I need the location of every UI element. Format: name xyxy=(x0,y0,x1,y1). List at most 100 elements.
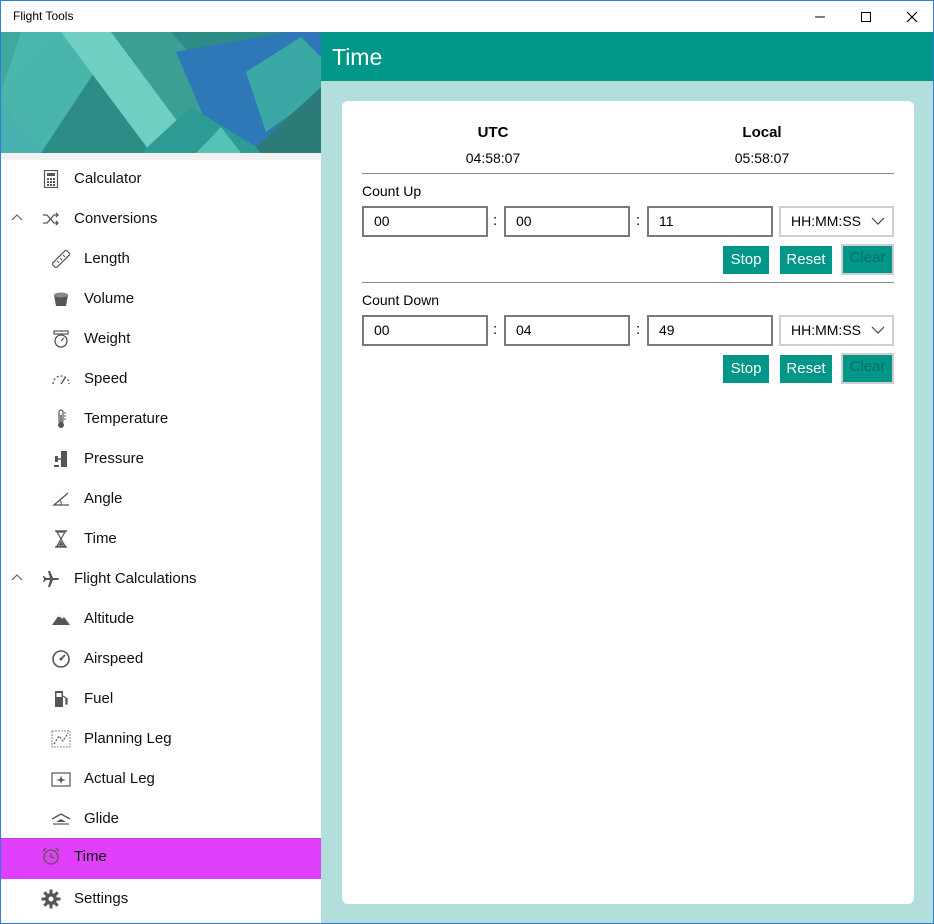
map-plane-icon xyxy=(51,769,71,789)
minimize-button[interactable] xyxy=(797,1,843,32)
count-down-hours-input[interactable]: 00 xyxy=(362,315,488,346)
sidebar-item-length[interactable]: Length xyxy=(1,239,321,279)
count-down-minutes-input[interactable]: 04 xyxy=(504,315,630,346)
sidebar-item-calculator[interactable]: Calculator xyxy=(1,159,321,199)
sidebar-item-altitude[interactable]: Altitude xyxy=(1,599,321,639)
count-down-stop-button[interactable]: Stop xyxy=(723,355,769,383)
sidebar-item-label: Settings xyxy=(74,890,129,907)
close-icon xyxy=(906,11,918,22)
shuffle-icon xyxy=(41,209,61,229)
sidebar-item-planning-leg[interactable]: Planning Leg xyxy=(1,719,321,759)
count-up-reset-button[interactable]: Reset xyxy=(780,246,832,274)
title-bar: Flight Tools xyxy=(1,1,933,32)
sidebar-item-airspeed[interactable]: Airspeed xyxy=(1,639,321,679)
sidebar-item-speed[interactable]: Speed xyxy=(1,359,321,399)
sidebar-item-weight[interactable]: Weight xyxy=(1,319,321,359)
page-header: Time xyxy=(321,32,933,81)
sidebar-item-time-selected[interactable]: Time xyxy=(1,838,321,879)
sidebar-item-label: Temperature xyxy=(84,410,169,427)
sidebar-item-label: Time xyxy=(74,848,107,865)
sidebar-item-temperature[interactable]: Temperature xyxy=(1,399,321,439)
sidebar-item-label: Planning Leg xyxy=(84,730,172,747)
sidebar-item-label: Calculator xyxy=(74,170,142,187)
count-up-stop-button[interactable]: Stop xyxy=(723,246,769,274)
scale-icon xyxy=(51,329,71,349)
chevron-up-icon xyxy=(11,574,23,581)
separator: : xyxy=(636,212,641,229)
sidebar-item-label: Angle xyxy=(84,490,123,507)
sidebar-item-conversions[interactable]: Conversions xyxy=(1,199,321,239)
utc-label: UTC xyxy=(477,124,509,141)
sidebar-item-settings[interactable]: Settings xyxy=(1,879,321,919)
count-down-clear-button[interactable]: Clear xyxy=(841,353,894,384)
sidebar-item-glide[interactable]: Glide xyxy=(1,799,321,839)
sidebar-item-angle[interactable]: Angle xyxy=(1,479,321,519)
sidebar-item-label: Length xyxy=(84,250,130,267)
count-down-format-select[interactable]: HH:MM:SS xyxy=(779,315,894,346)
sidebar-item-label: Airspeed xyxy=(84,650,144,667)
close-button[interactable] xyxy=(889,1,933,32)
sidebar-item-label: Conversions xyxy=(74,210,158,227)
separator: : xyxy=(636,321,641,338)
sidebar-item-label: Volume xyxy=(84,290,135,307)
map-route-icon xyxy=(51,729,71,749)
angle-icon xyxy=(51,489,71,509)
count-down-reset-button[interactable]: Reset xyxy=(780,355,832,383)
airplane-icon xyxy=(41,569,61,589)
app-window: Flight Tools Calculator Conversions Leng… xyxy=(0,0,934,924)
sidebar-item-label: Actual Leg xyxy=(84,770,155,787)
bucket-icon xyxy=(51,289,71,309)
count-down-title: Count Down xyxy=(362,292,440,308)
count-up-hours-input[interactable]: 00 xyxy=(362,206,488,237)
gauge-icon xyxy=(51,649,71,669)
select-value: HH:MM:SS xyxy=(791,213,861,229)
divider xyxy=(362,173,894,174)
sidebar-item-time[interactable]: Time xyxy=(1,519,321,559)
gear-icon xyxy=(41,889,61,909)
sidebar-item-label: Fuel xyxy=(84,690,114,707)
sidebar-item-label: Flight Calculations xyxy=(74,570,197,587)
sidebar-item-label: Speed xyxy=(84,370,128,387)
separator: : xyxy=(493,321,498,338)
ruler-icon xyxy=(51,249,71,269)
sidebar-item-label: Pressure xyxy=(84,450,145,467)
glide-icon xyxy=(51,809,71,829)
chevron-down-icon xyxy=(871,217,885,225)
count-down-seconds-input[interactable]: 49 xyxy=(647,315,773,346)
mountain-icon xyxy=(51,609,71,629)
main-panel: Time UTC 04:58:07 Local 05:58:07 Count U… xyxy=(321,32,933,923)
separator: : xyxy=(493,212,498,229)
sidebar-item-label: Glide xyxy=(84,810,120,827)
select-value: HH:MM:SS xyxy=(791,322,861,338)
calculator-icon xyxy=(41,169,61,189)
divider xyxy=(362,282,894,283)
sidebar-item-label: Altitude xyxy=(84,610,135,627)
maximize-icon xyxy=(861,11,871,22)
chevron-up-icon xyxy=(11,214,23,221)
sidebar-item-label: Time xyxy=(84,530,117,547)
local-label: Local xyxy=(742,124,782,141)
hourglass-icon xyxy=(51,529,71,549)
window-title: Flight Tools xyxy=(13,9,74,23)
time-card: UTC 04:58:07 Local 05:58:07 Count Up 00 … xyxy=(342,101,914,904)
count-up-clear-button[interactable]: Clear xyxy=(841,244,894,275)
count-up-minutes-input[interactable]: 00 xyxy=(504,206,630,237)
speedometer-icon xyxy=(51,369,71,389)
sidebar-item-flight-calculations[interactable]: Flight Calculations xyxy=(1,559,321,599)
maximize-button[interactable] xyxy=(843,1,889,32)
banner-image xyxy=(1,32,321,153)
minimize-icon xyxy=(815,16,825,17)
sidebar-item-pressure[interactable]: Pressure xyxy=(1,439,321,479)
sidebar-item-volume[interactable]: Volume xyxy=(1,279,321,319)
count-up-format-select[interactable]: HH:MM:SS xyxy=(779,206,894,237)
sidebar-item-fuel[interactable]: Fuel xyxy=(1,679,321,719)
pressure-icon xyxy=(51,449,71,469)
sidebar-item-label: Weight xyxy=(84,330,131,347)
page-title: Time xyxy=(332,44,383,70)
alarm-clock-icon xyxy=(41,846,61,866)
local-value: 05:58:07 xyxy=(734,150,790,166)
count-up-seconds-input[interactable]: 11 xyxy=(647,206,773,237)
utc-value: 04:58:07 xyxy=(465,150,521,166)
sidebar-item-actual-leg[interactable]: Actual Leg xyxy=(1,759,321,799)
sidebar: Calculator Conversions Length Volume Wei… xyxy=(1,32,321,923)
